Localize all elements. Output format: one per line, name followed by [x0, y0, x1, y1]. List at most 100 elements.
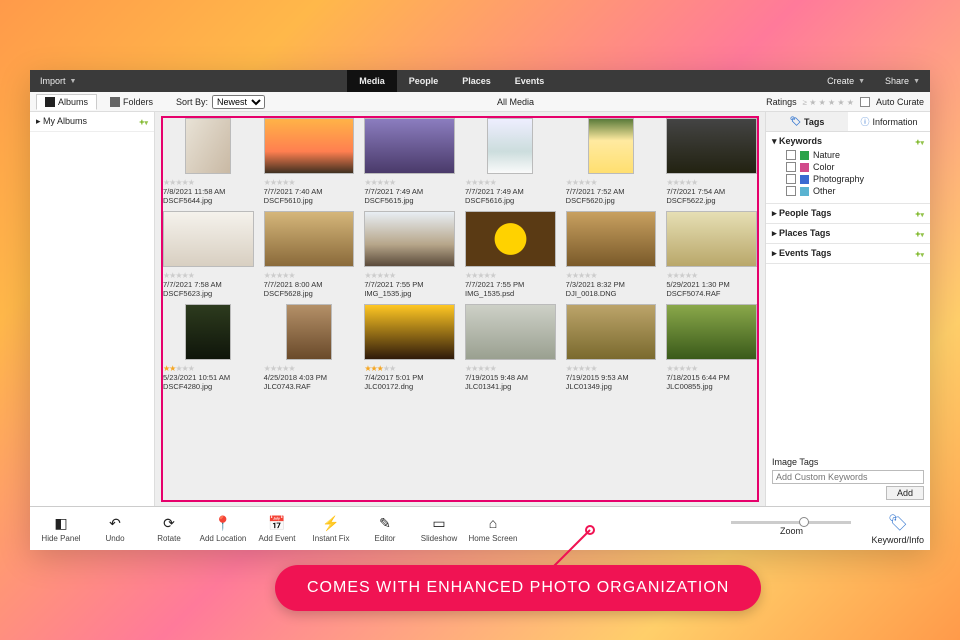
rating-stars[interactable]: ★★★★★ — [364, 363, 455, 373]
thumbnail-date: 5/29/2021 1:30 PM — [666, 280, 757, 289]
tag-color-icon — [800, 151, 809, 160]
places-tags-header[interactable]: ▸ Places Tags+▾ — [772, 228, 924, 239]
rating-stars[interactable]: ★★★★★ — [566, 270, 657, 280]
import-label: Import — [40, 76, 66, 86]
media-thumbnail[interactable]: ★★★★★5/29/2021 1:30 PMDSCF5074.RAF — [666, 211, 757, 298]
thumbnail-image — [465, 211, 556, 267]
media-thumbnail[interactable]: ★★★★★7/19/2015 9:48 AMJLC01341.jpg — [465, 304, 556, 391]
info-icon: ⓘ — [860, 115, 869, 128]
tags-tab[interactable]: 🏷 Tags — [766, 112, 848, 131]
media-thumbnail[interactable]: ★★★★★7/7/2021 7:52 AMDSCF5620.jpg — [566, 118, 657, 205]
instant-fix-button[interactable]: ⚡Instant Fix — [304, 509, 358, 549]
media-thumbnail[interactable]: ★★★★★7/7/2021 7:55 PMIMG_1535.jpg — [364, 211, 455, 298]
ratings-filter[interactable]: ≥ ★ ★ ★ ★ ★ — [803, 97, 854, 107]
rating-stars[interactable]: ★★★★★ — [666, 363, 757, 373]
add-events-tag-button[interactable]: +▾ — [915, 249, 924, 259]
rotate-icon: ⟳ — [160, 514, 178, 532]
thumbnail-image — [286, 304, 332, 360]
rating-stars[interactable]: ★★★★★ — [666, 177, 757, 187]
media-thumbnail[interactable]: ★★★★★7/7/2021 7:49 AMDSCF5615.jpg — [364, 118, 455, 205]
media-thumbnail[interactable]: ★★★★★7/19/2015 9:53 AMJLC01349.jpg — [566, 304, 657, 391]
rating-stars[interactable]: ★★★★★ — [264, 363, 355, 373]
media-thumbnail[interactable]: ★★★★★5/23/2021 10:51 AMDSCF4280.jpg — [163, 304, 254, 391]
media-thumbnail[interactable]: ★★★★★7/4/2017 5:01 PMJLC00172.dng — [364, 304, 455, 391]
rating-stars[interactable]: ★★★★★ — [163, 270, 254, 280]
view-tab-people[interactable]: People — [397, 70, 451, 92]
add-album-button[interactable]: +▾ — [139, 117, 148, 127]
information-tab[interactable]: ⓘ Information — [848, 112, 930, 131]
undo-button[interactable]: ↶Undo — [88, 509, 142, 549]
rating-stars[interactable]: ★★★★★ — [364, 177, 455, 187]
media-thumbnail[interactable]: ★★★★★7/3/2021 8:32 PMDJI_0018.DNG — [566, 211, 657, 298]
my-albums-header[interactable]: ▸ My Albums — [36, 116, 87, 127]
add-event-button[interactable]: 📅Add Event — [250, 509, 304, 549]
auto-curate-checkbox[interactable] — [860, 97, 870, 107]
rating-stars[interactable]: ★★★★★ — [566, 177, 657, 187]
keyword-checkbox[interactable] — [786, 162, 796, 172]
media-thumbnail[interactable]: ★★★★★7/7/2021 7:55 PMIMG_1535.psd — [465, 211, 556, 298]
add-location-button[interactable]: 📍Add Location — [196, 509, 250, 549]
media-thumbnail[interactable]: ★★★★★7/8/2021 11:58 AMDSCF5644.jpg — [163, 118, 254, 205]
rating-stars[interactable]: ★★★★★ — [465, 270, 556, 280]
keyword-checkbox[interactable] — [786, 150, 796, 160]
thumbnail-filename: DSCF5615.jpg — [364, 196, 455, 205]
rating-stars[interactable]: ★★★★★ — [364, 270, 455, 280]
rating-stars[interactable]: ★★★★★ — [465, 177, 556, 187]
keyword-item[interactable]: Color — [786, 161, 924, 173]
thumbnail-image — [588, 118, 634, 174]
media-thumbnail[interactable]: ★★★★★7/7/2021 7:58 AMDSCF5623.jpg — [163, 211, 254, 298]
hide-panel-button[interactable]: ◧Hide Panel — [34, 509, 88, 549]
media-thumbnail[interactable]: ★★★★★7/7/2021 8:00 AMDSCF5628.jpg — [264, 211, 355, 298]
slideshow-icon: ▭ — [430, 514, 448, 532]
keyword-item[interactable]: Other — [786, 185, 924, 197]
rating-stars[interactable]: ★★★★★ — [566, 363, 657, 373]
create-menu[interactable]: Create ▼ — [817, 70, 875, 92]
rating-stars[interactable]: ★★★★★ — [264, 177, 355, 187]
add-people-tag-button[interactable]: +▾ — [915, 209, 924, 219]
share-menu[interactable]: Share ▼ — [875, 70, 930, 92]
hide-panel-icon: ◧ — [52, 514, 70, 532]
import-menu[interactable]: Import ▼ — [30, 70, 86, 92]
media-thumbnail[interactable]: ★★★★★4/25/2018 4:03 PMJLC0743.RAF — [264, 304, 355, 391]
image-tags-input[interactable] — [772, 470, 924, 484]
rotate-button[interactable]: ⟳Rotate — [142, 509, 196, 549]
view-tab-places[interactable]: Places — [450, 70, 503, 92]
zoom-slider[interactable]: Zoom — [731, 521, 851, 536]
sort-select[interactable]: Newest — [212, 95, 265, 109]
thumbnail-image — [666, 304, 757, 360]
folders-tab[interactable]: Folders — [101, 94, 162, 110]
media-thumbnail[interactable]: ★★★★★7/7/2021 7:49 AMDSCF5616.jpg — [465, 118, 556, 205]
albums-label: Albums — [58, 97, 88, 107]
albums-tab[interactable]: Albums — [36, 94, 97, 110]
view-tab-media[interactable]: Media — [347, 70, 397, 92]
home-screen-button[interactable]: ⌂Home Screen — [466, 509, 520, 549]
rating-stars[interactable]: ★★★★★ — [264, 270, 355, 280]
keyword-label: Photography — [813, 174, 864, 184]
chevron-down-icon: ▼ — [913, 78, 920, 85]
keyword-checkbox[interactable] — [786, 186, 796, 196]
keyword-checkbox[interactable] — [786, 174, 796, 184]
editor-button[interactable]: ✎Editor — [358, 509, 412, 549]
keyword-info-button[interactable]: 🏷 Keyword/Info — [871, 513, 924, 545]
thumbnail-filename: IMG_1535.jpg — [364, 289, 455, 298]
add-tag-button[interactable]: Add — [886, 486, 924, 500]
media-thumbnail[interactable]: ★★★★★7/7/2021 7:54 AMDSCF5622.jpg — [666, 118, 757, 205]
thumbnail-filename: JLC00172.dng — [364, 382, 455, 391]
keywords-header[interactable]: ▾ Keywords +▾ — [772, 136, 924, 147]
thumbnail-date: 7/19/2015 9:53 AM — [566, 373, 657, 382]
rating-stars[interactable]: ★★★★★ — [666, 270, 757, 280]
keyword-item[interactable]: Photography — [786, 173, 924, 185]
media-thumbnail[interactable]: ★★★★★7/7/2021 7:40 AMDSCF5610.jpg — [264, 118, 355, 205]
view-tab-events[interactable]: Events — [503, 70, 557, 92]
rating-stars[interactable]: ★★★★★ — [163, 177, 254, 187]
rating-stars[interactable]: ★★★★★ — [163, 363, 254, 373]
people-tags-header[interactable]: ▸ People Tags+▾ — [772, 208, 924, 219]
slideshow-button[interactable]: ▭Slideshow — [412, 509, 466, 549]
rating-stars[interactable]: ★★★★★ — [465, 363, 556, 373]
add-keyword-button[interactable]: +▾ — [915, 137, 924, 147]
add-places-tag-button[interactable]: +▾ — [915, 229, 924, 239]
media-thumbnail[interactable]: ★★★★★7/18/2015 6:44 PMJLC00855.jpg — [666, 304, 757, 391]
annotation-callout: COMES WITH ENHANCED PHOTO ORGANIZATION — [275, 565, 761, 611]
events-tags-header[interactable]: ▸ Events Tags+▾ — [772, 248, 924, 259]
keyword-item[interactable]: Nature — [786, 149, 924, 161]
